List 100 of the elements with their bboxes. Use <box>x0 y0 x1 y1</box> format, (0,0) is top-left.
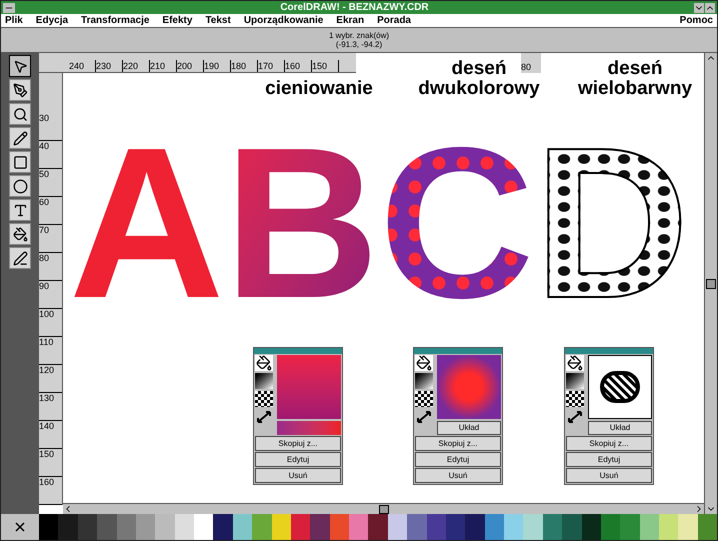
gradient-swatch-icon[interactable] <box>415 373 433 389</box>
color-swatch[interactable] <box>232 514 252 540</box>
menu-item[interactable]: Edycja <box>36 16 68 26</box>
bucket-icon[interactable] <box>255 355 273 371</box>
color-swatch[interactable] <box>58 514 78 540</box>
color-swatch[interactable] <box>562 514 582 540</box>
dialog-button[interactable]: Skopiuj z... <box>255 436 341 451</box>
tool-button[interactable] <box>9 103 31 125</box>
ruler-label: 160 <box>285 60 312 72</box>
bucket-icon[interactable] <box>415 355 433 371</box>
caption-text: deseń <box>452 59 506 79</box>
bucket-icon <box>12 226 28 242</box>
ruler-label: 100 <box>39 309 62 337</box>
dialog-button[interactable]: Edytuj <box>255 452 341 467</box>
ruler-label: 110 <box>39 337 62 365</box>
vertical-scrollbar[interactable] <box>704 53 717 514</box>
menu-item[interactable]: Plik <box>5 16 23 26</box>
color-swatch[interactable] <box>155 514 175 540</box>
dialog-button[interactable]: Edytuj <box>415 452 501 467</box>
gradient-swatch-icon[interactable] <box>255 373 273 389</box>
color-swatch[interactable] <box>484 514 504 540</box>
dialog-button[interactable]: Skopiuj z... <box>415 436 501 451</box>
pattern-preview <box>588 355 652 419</box>
gradient-swatch-icon[interactable] <box>566 373 584 389</box>
dialog-button[interactable]: Usuń <box>255 468 341 483</box>
double-arrow-icon[interactable] <box>566 409 584 425</box>
color-swatch[interactable] <box>542 514 562 540</box>
color-swatch[interactable] <box>698 514 717 540</box>
color-swatch[interactable] <box>136 514 156 540</box>
double-arrow-icon[interactable] <box>415 409 433 425</box>
color-swatch[interactable] <box>290 514 310 540</box>
tool-button[interactable] <box>9 175 31 197</box>
horizontal-scrollbar[interactable] <box>63 503 704 514</box>
letter-glyph: A <box>69 103 224 343</box>
color-swatch[interactable] <box>407 514 426 540</box>
color-swatch[interactable] <box>446 514 466 540</box>
no-color-swatch[interactable] <box>1 514 39 540</box>
ruler-label: 140 <box>39 421 62 449</box>
tool-button[interactable] <box>9 127 31 149</box>
checker-icon[interactable] <box>255 391 273 407</box>
menu-item[interactable]: Tekst <box>205 16 231 26</box>
color-swatch[interactable] <box>97 514 116 540</box>
bucket-icon[interactable] <box>566 355 584 371</box>
system-menu-icon[interactable] <box>3 2 15 12</box>
scroll-thumb[interactable] <box>378 504 388 514</box>
layout-button[interactable]: Układ <box>588 421 652 435</box>
color-swatch[interactable] <box>523 514 543 540</box>
color-swatch[interactable] <box>640 514 659 540</box>
color-swatch[interactable] <box>78 514 98 540</box>
layout-button[interactable]: Układ <box>437 421 501 435</box>
color-swatch[interactable] <box>39 514 58 540</box>
color-swatch[interactable] <box>272 514 291 540</box>
color-swatch[interactable] <box>277 421 341 435</box>
dialog-button[interactable]: Usuń <box>415 468 501 483</box>
color-swatch[interactable] <box>659 514 678 540</box>
color-swatch[interactable] <box>349 514 368 540</box>
square-icon <box>12 154 28 170</box>
color-swatch[interactable] <box>388 514 408 540</box>
menu-item[interactable]: Pomoc <box>680 16 713 26</box>
caption-text: wielobarwny <box>578 79 692 99</box>
dialog-button[interactable]: Edytuj <box>566 452 652 467</box>
color-swatch[interactable] <box>678 514 698 540</box>
color-swatch[interactable] <box>252 514 272 540</box>
menu-item[interactable]: Transformacje <box>81 16 150 26</box>
checker-icon[interactable] <box>566 391 584 407</box>
tool-button[interactable] <box>9 199 31 221</box>
minimize-icon[interactable] <box>694 2 704 12</box>
menu-item[interactable]: Efekty <box>162 16 192 26</box>
double-arrow-icon[interactable] <box>255 409 273 425</box>
color-swatch[interactable] <box>330 514 349 540</box>
tool-button[interactable] <box>9 223 31 245</box>
color-swatch[interactable] <box>213 514 233 540</box>
menu-item[interactable]: Uporządkowanie <box>244 16 324 26</box>
color-swatch[interactable] <box>310 514 330 540</box>
checker-icon[interactable] <box>415 391 433 407</box>
color-swatch[interactable] <box>368 514 388 540</box>
color-swatch[interactable] <box>426 514 446 540</box>
color-swatch[interactable] <box>116 514 136 540</box>
menu-item[interactable]: Porada <box>377 16 411 26</box>
scroll-thumb[interactable] <box>706 278 716 288</box>
color-swatch[interactable] <box>194 514 214 540</box>
ruler-label: 80 <box>39 253 62 281</box>
color-swatch[interactable] <box>174 514 194 540</box>
color-swatch[interactable] <box>620 514 640 540</box>
tool-button[interactable] <box>9 55 31 77</box>
dialog-button[interactable]: Usuń <box>566 468 652 483</box>
tool-button[interactable] <box>9 247 31 269</box>
tool-button[interactable] <box>9 151 31 173</box>
dialog-button[interactable]: Skopiuj z... <box>566 436 652 451</box>
color-swatch[interactable] <box>504 514 524 540</box>
pen-icon <box>12 250 28 266</box>
color-swatch[interactable] <box>582 514 601 540</box>
color-swatch[interactable] <box>600 514 620 540</box>
menu-item[interactable]: Ekran <box>336 16 364 26</box>
tool-button[interactable] <box>9 79 31 101</box>
maximize-icon[interactable] <box>704 2 715 12</box>
status-selection: 1 wybr. znak(ów) <box>328 31 390 40</box>
ruler-label: 200 <box>177 60 204 72</box>
ruler-label: 30 <box>39 113 62 141</box>
color-swatch[interactable] <box>465 514 485 540</box>
